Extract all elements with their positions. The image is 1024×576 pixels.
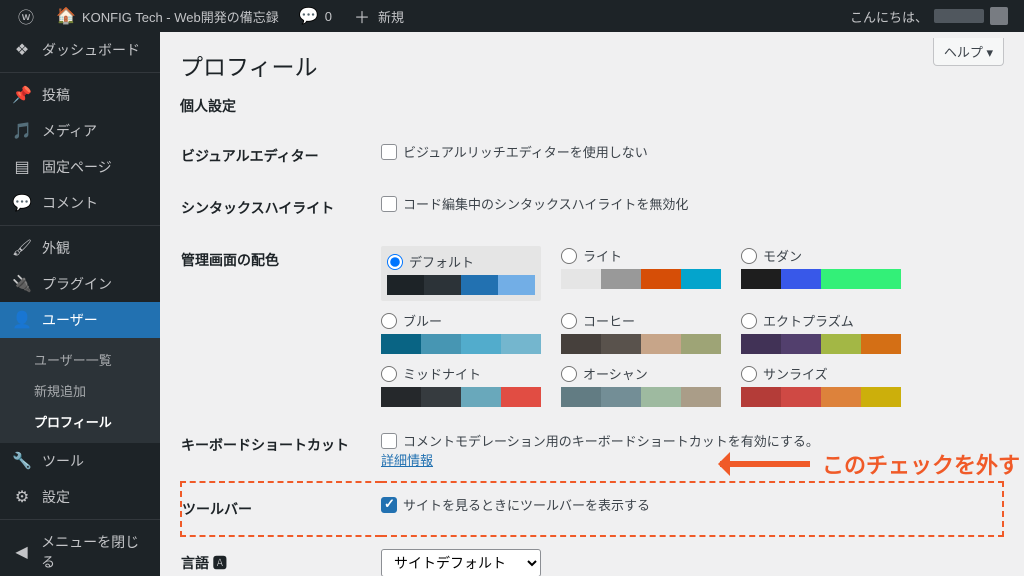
color-scheme-radio[interactable]: [381, 366, 397, 382]
submenu-users-all[interactable]: ユーザー一覧: [0, 344, 160, 375]
color-scheme-option[interactable]: ライト: [561, 246, 721, 301]
page-title: プロフィール: [180, 48, 1004, 82]
color-scheme-radio[interactable]: [387, 254, 403, 270]
media-icon: 🎵: [12, 121, 32, 141]
syntax-option[interactable]: コード編集中のシンタックスハイライトを無効化: [381, 194, 993, 213]
comment-icon: 💬: [12, 193, 32, 213]
toolbar-label: ツールバー: [181, 482, 381, 536]
color-scheme-radio[interactable]: [561, 313, 577, 329]
color-scheme-option[interactable]: サンライズ: [741, 364, 901, 407]
color-scheme-option[interactable]: コーヒー: [561, 311, 721, 354]
color-scheme-option[interactable]: デフォルト: [381, 246, 541, 301]
color-scheme-radio[interactable]: [381, 313, 397, 329]
wp-logo[interactable]: ⓦ: [8, 0, 44, 32]
translate-icon: 🅰: [213, 555, 227, 571]
settings-icon: ⚙: [12, 487, 32, 507]
arrow-icon: [720, 461, 810, 467]
menu-tools[interactable]: 🔧ツール: [0, 443, 160, 479]
language-label: 言語 🅰: [181, 536, 381, 576]
menu-collapse[interactable]: ◀メニューを閉じる: [0, 524, 160, 576]
wrench-icon: 🔧: [12, 451, 32, 471]
color-scheme-option[interactable]: ミッドナイト: [381, 364, 541, 407]
visual-editor-label: ビジュアルエディター: [181, 130, 381, 182]
color-scheme-radio[interactable]: [561, 366, 577, 382]
visual-editor-option[interactable]: ビジュアルリッチエディターを使用しない: [381, 142, 993, 161]
avatar: [990, 7, 1008, 25]
menu-dashboard[interactable]: ❖ダッシュボード: [0, 32, 160, 68]
menu-pages[interactable]: ▤固定ページ: [0, 149, 160, 185]
user-icon: 👤: [12, 310, 32, 330]
submenu-users-profile[interactable]: プロフィール: [0, 406, 160, 437]
menu-settings[interactable]: ⚙設定: [0, 479, 160, 515]
greeting[interactable]: こんにちは、: [842, 0, 1016, 32]
plugin-icon: 🔌: [12, 274, 32, 294]
site-name: KONFIG Tech - Web開発の備忘録: [82, 7, 279, 26]
color-scheme-radio[interactable]: [741, 313, 757, 329]
shortcuts-label: キーボードショートカット: [181, 419, 381, 482]
home-icon: 🏠: [56, 6, 76, 26]
new-link[interactable]: ＋新規: [344, 0, 412, 32]
menu-posts[interactable]: 📌投稿: [0, 77, 160, 113]
dashboard-icon: ❖: [12, 40, 32, 60]
plus-icon: ＋: [352, 6, 372, 26]
annotation: このチェックを外す: [720, 448, 1020, 480]
submenu-users-add[interactable]: 新規追加: [0, 375, 160, 406]
color-scheme-option[interactable]: オーシャン: [561, 364, 721, 407]
color-scheme-option[interactable]: ブルー: [381, 311, 541, 354]
help-tab[interactable]: ヘルプ ▾: [933, 38, 1004, 66]
pin-icon: 📌: [12, 85, 32, 105]
shortcuts-checkbox[interactable]: [381, 433, 397, 449]
color-scheme-radio[interactable]: [741, 248, 757, 264]
syntax-checkbox[interactable]: [381, 196, 397, 212]
site-name-link[interactable]: 🏠 KONFIG Tech - Web開発の備忘録: [48, 0, 287, 32]
comments-link[interactable]: 💬0: [291, 0, 340, 32]
brush-icon: 🖌: [12, 238, 32, 258]
menu-appearance[interactable]: 🖌外観: [0, 230, 160, 266]
menu-comments[interactable]: 💬コメント: [0, 185, 160, 221]
page-icon: ▤: [12, 157, 32, 177]
color-scheme-option[interactable]: エクトプラズム: [741, 311, 901, 354]
language-select[interactable]: サイトデフォルト: [381, 549, 541, 576]
menu-plugins[interactable]: 🔌プラグイン: [0, 266, 160, 302]
comment-icon: 💬: [299, 6, 319, 26]
main-content: ヘルプ ▾ プロフィール 個人設定 ビジュアルエディター ビジュアルリッチエディ…: [160, 32, 1024, 576]
toolbar-checkbox[interactable]: [381, 497, 397, 513]
visual-editor-checkbox[interactable]: [381, 144, 397, 160]
username-redacted: [934, 9, 984, 23]
admin-sidebar: ❖ダッシュボード 📌投稿 🎵メディア ▤固定ページ 💬コメント 🖌外観 🔌プラグ…: [0, 32, 160, 576]
syntax-label: シンタックスハイライト: [181, 182, 381, 234]
color-scheme-radio[interactable]: [741, 366, 757, 382]
colors-label: 管理画面の配色: [181, 234, 381, 419]
shortcuts-link[interactable]: 詳細情報: [381, 453, 433, 468]
color-scheme-option[interactable]: モダン: [741, 246, 901, 301]
collapse-icon: ◀: [12, 542, 31, 562]
toolbar-option[interactable]: サイトを見るときにツールバーを表示する: [381, 495, 992, 514]
wordpress-icon: ⓦ: [16, 6, 36, 26]
section-personal: 個人設定: [180, 96, 1004, 116]
menu-media[interactable]: 🎵メディア: [0, 113, 160, 149]
menu-users[interactable]: 👤ユーザー: [0, 302, 160, 338]
color-scheme-radio[interactable]: [561, 248, 577, 264]
